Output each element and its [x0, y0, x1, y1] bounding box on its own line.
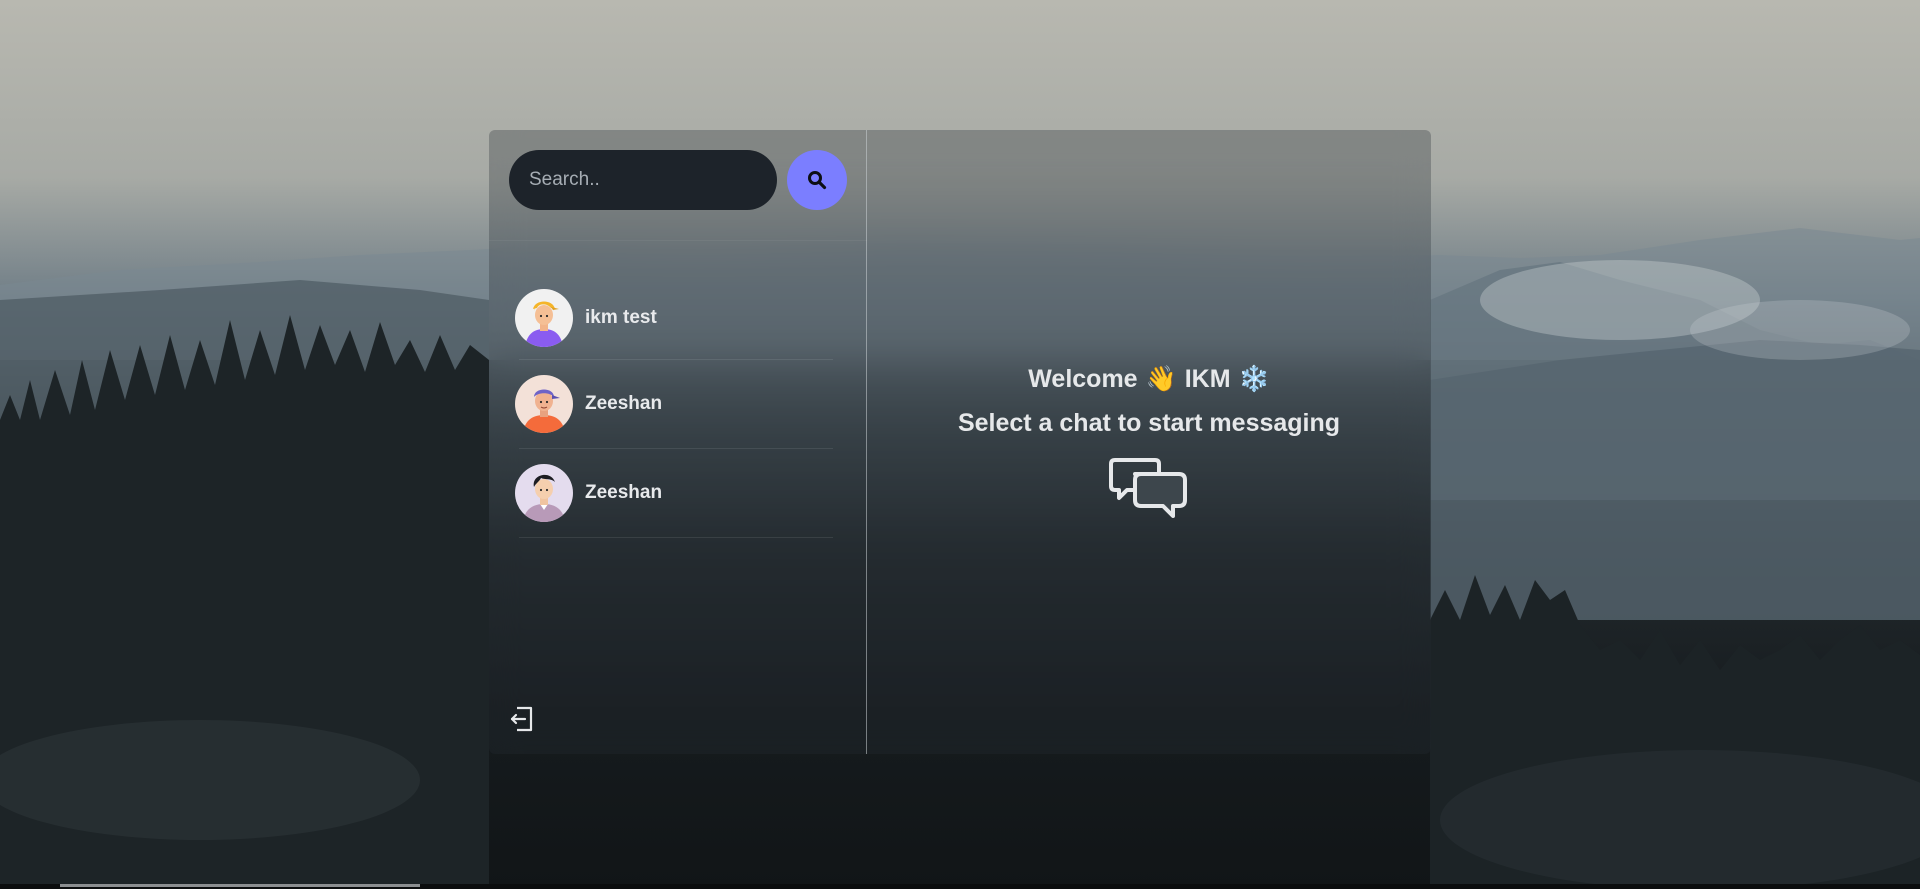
snowflake-icon: ❄️ [1238, 365, 1270, 393]
chat-bubbles-icon [1109, 456, 1189, 520]
scrollbar[interactable] [0, 884, 1920, 889]
contact-name: Zeeshan [585, 393, 663, 414]
contact-name: ikm test [585, 306, 657, 328]
logout-icon [510, 706, 533, 732]
welcome-heading: Welcome 👋 IKM ❄️ [867, 362, 1431, 396]
chat-area: Welcome 👋 IKM ❄️ Select a chat to start … [867, 130, 1431, 754]
search-button[interactable] [787, 150, 847, 210]
avatar [515, 288, 573, 347]
wave-icon: 👋 [1145, 365, 1177, 393]
sidebar: ikm test Zeeshan [489, 130, 867, 754]
welcome-text: Welcome [1028, 365, 1138, 393]
search-bar [509, 150, 847, 210]
conversation-list: ikm test Zeeshan Zeeshan [515, 276, 833, 538]
logout-button[interactable] [509, 704, 537, 734]
search-icon [808, 171, 827, 190]
contact-name: Zeeshan [585, 482, 663, 503]
search-input[interactable] [509, 150, 777, 210]
divider [489, 240, 867, 241]
conversation-item[interactable]: ikm test [515, 276, 833, 360]
avatar [515, 464, 573, 522]
conversation-item[interactable]: Zeeshan [515, 360, 833, 449]
no-chat-selected: Welcome 👋 IKM ❄️ Select a chat to start … [867, 362, 1431, 520]
conversation-item[interactable]: Zeeshan [515, 449, 833, 538]
username: IKM [1184, 365, 1231, 393]
welcome-subtitle: Select a chat to start messaging [957, 409, 1341, 437]
avatar [515, 375, 573, 433]
chat-app-panel: ikm test Zeeshan [489, 130, 1431, 754]
scrollbar-thumb[interactable] [60, 884, 420, 887]
